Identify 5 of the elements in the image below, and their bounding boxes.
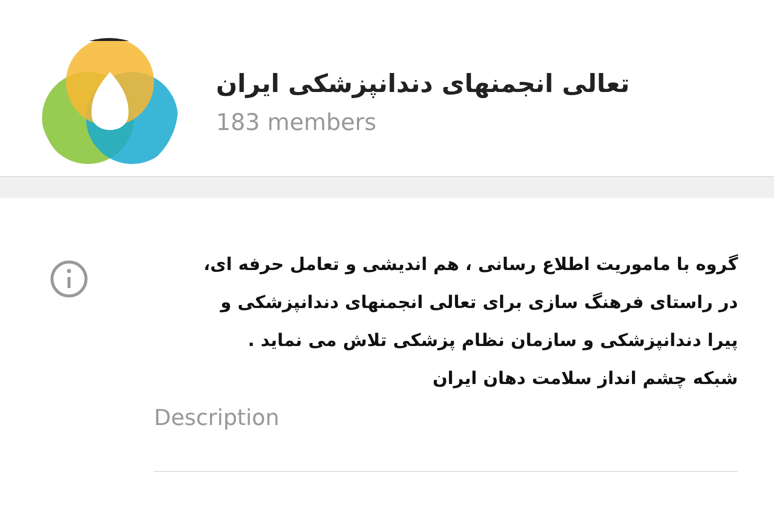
group-title: تعالی انجمنهای دندانپزشکی ایران — [216, 68, 630, 98]
description-label: Description — [154, 406, 280, 431]
info-icon — [50, 260, 88, 298]
member-count: 183 members — [216, 110, 378, 136]
group-description: گروه با ماموریت اطلاع رسانی ، هم اندیشی و تعامل حرفه ای، در راستای فرهنگ سازی برای تعالی انجمنهای دندانپزشکی و پیرا دندانپزشکی و سازمان نظام پزشکی تلاش می نماید . شبکه چشم انداز سلامت دهان ایران — [202, 253, 738, 391]
